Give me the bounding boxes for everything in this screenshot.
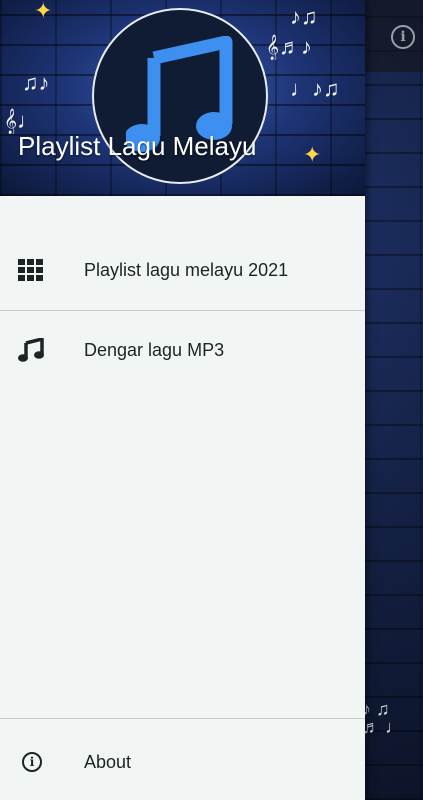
info-icon[interactable]: i xyxy=(391,25,415,49)
music-note-icon xyxy=(18,338,44,362)
menu-item-playlist[interactable]: Playlist lagu melayu 2021 xyxy=(0,230,365,310)
menu-item-label: Playlist lagu melayu 2021 xyxy=(84,260,289,280)
divider xyxy=(0,718,365,719)
drawer-title: Playlist Lagu Melayu xyxy=(18,131,257,161)
menu-item-about[interactable]: i About xyxy=(0,722,365,800)
music-notes-decoration: 𝄞♬♪ xyxy=(266,34,313,59)
navigation-drawer: ✦ ✦ ♫♪ 𝄞♩ ♪♫ 𝄞♬♪ ♩♪♫ Playlist Lagu Melay… xyxy=(0,0,365,800)
music-notes-decoration: ♪♫ xyxy=(290,4,318,29)
menu-item-mp3[interactable]: Dengar lagu MP3 xyxy=(0,310,365,390)
decorative-notes: ♪ ♫ ♬ ♩ xyxy=(362,699,404,737)
sparkle-icon: ✦ xyxy=(303,142,322,167)
menu-item-label: About xyxy=(84,752,132,772)
music-notes-decoration: ♫♪ xyxy=(22,70,50,95)
info-icon: i xyxy=(22,752,42,772)
grid-icon xyxy=(18,259,43,281)
drawer-header: ✦ ✦ ♫♪ 𝄞♩ ♪♫ 𝄞♬♪ ♩♪♫ Playlist Lagu Melay… xyxy=(0,0,365,196)
menu-item-label: Dengar lagu MP3 xyxy=(84,340,225,360)
music-notes-decoration: ♩♪♫ xyxy=(290,76,340,101)
sparkle-icon: ✦ xyxy=(34,0,53,23)
